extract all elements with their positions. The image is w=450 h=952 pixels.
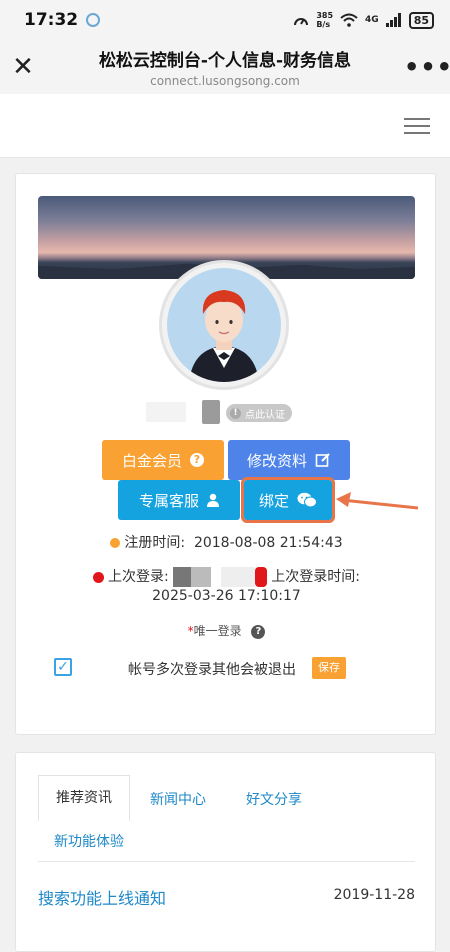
question-icon: ? bbox=[190, 453, 204, 467]
bind-wechat-label: 绑定 bbox=[258, 491, 289, 510]
notification-icon bbox=[86, 13, 101, 27]
save-button[interactable]: 保存 bbox=[312, 657, 346, 679]
wifi-icon bbox=[340, 13, 358, 27]
status-time: 17:32 bbox=[24, 10, 79, 30]
close-icon[interactable]: ✕ bbox=[0, 54, 46, 80]
unique-login-row: *唯一登录 ? bbox=[16, 622, 437, 639]
ip-redacted bbox=[221, 567, 256, 587]
dedicated-service-button[interactable]: 专属客服 bbox=[118, 480, 240, 520]
ip-redacted bbox=[255, 567, 268, 587]
news-item-date: 2019-11-28 bbox=[333, 887, 415, 903]
site-header bbox=[0, 94, 450, 158]
avatar-illustration bbox=[189, 290, 259, 382]
browser-toolbar: ✕ 松松云控制台-个人信息-财务信息 connect.lusongsong.co… bbox=[0, 40, 450, 94]
username-redacted bbox=[146, 402, 186, 422]
tab-article-share[interactable]: 好文分享 bbox=[246, 789, 302, 809]
status-bar: 17:32 385 B/s 4G 85 bbox=[0, 0, 450, 40]
verify-badge-label: 点此认证 bbox=[245, 409, 285, 421]
profile-card: ! 点此认证 白金会员 ? 修改资料 专属客服 绑定 注册时间: 2018-08… bbox=[15, 173, 436, 735]
single-login-label: 帐号多次登录其他会被退出 bbox=[128, 662, 296, 678]
verify-badge[interactable]: ! 点此认证 bbox=[226, 404, 292, 422]
news-item-title[interactable]: 搜索功能上线通知 bbox=[38, 885, 166, 909]
tab-divider bbox=[38, 861, 415, 862]
help-icon[interactable]: ? bbox=[251, 624, 266, 639]
speedometer-icon bbox=[294, 18, 309, 26]
single-login-option: ✓ 帐号多次登录其他会被退出 保存 bbox=[16, 656, 437, 680]
avatar[interactable] bbox=[159, 260, 289, 390]
pointer-arrow-icon bbox=[336, 492, 419, 510]
battery-indicator: 85 bbox=[408, 11, 434, 29]
tab-recommended[interactable]: 推荐资讯 bbox=[38, 775, 130, 821]
orange-dot-icon bbox=[110, 538, 121, 548]
unique-login-label: 唯一登录 bbox=[193, 624, 242, 638]
register-label: 注册时间: bbox=[124, 535, 186, 551]
hamburger-menu-icon[interactable] bbox=[404, 118, 430, 136]
last-login-row: 上次登录: 上次登录时间: bbox=[16, 566, 437, 587]
last-login-time: 2025-03-26 17:10:17 bbox=[152, 588, 301, 604]
last-login-time-label: 上次登录时间: bbox=[271, 569, 360, 585]
browser-titles: 松松云控制台-个人信息-财务信息 connect.lusongsong.com bbox=[46, 46, 404, 88]
exclamation-icon: ! bbox=[230, 407, 241, 419]
signal-icon bbox=[385, 13, 401, 27]
ip-redacted bbox=[191, 567, 212, 587]
wechat-icon bbox=[297, 492, 317, 508]
edit-icon bbox=[315, 453, 330, 467]
edit-profile-button[interactable]: 修改资料 bbox=[228, 440, 350, 480]
dedicated-service-label: 专属客服 bbox=[138, 491, 199, 510]
single-login-checkbox[interactable]: ✓ bbox=[54, 658, 72, 676]
ip-redacted bbox=[173, 567, 192, 587]
more-icon[interactable]: ••• bbox=[404, 53, 450, 81]
news-card: 推荐资讯 新闻中心 好文分享 新功能体验 搜索功能上线通知 2019-11-28 bbox=[15, 752, 436, 952]
net-speed-unit: B/s bbox=[316, 20, 331, 29]
avatar-image bbox=[167, 268, 281, 382]
page-title: 松松云控制台-个人信息-财务信息 bbox=[98, 51, 352, 71]
last-login-label: 上次登录: bbox=[108, 569, 169, 585]
net-speed-value: 385 bbox=[316, 11, 334, 20]
register-time-row: 注册时间: 2018-08-08 21:54:43 bbox=[16, 532, 437, 552]
bind-wechat-button[interactable]: 绑定 bbox=[241, 477, 335, 523]
platinum-member-label: 白金会员 bbox=[121, 451, 182, 470]
status-icons: 385 B/s 4G 85 bbox=[293, 11, 434, 29]
register-time: 2018-08-08 21:54:43 bbox=[193, 535, 343, 551]
edit-profile-label: 修改资料 bbox=[246, 451, 307, 470]
page-url: connect.lusongsong.com bbox=[150, 74, 300, 88]
last-login-time-row: 2025-03-26 17:10:17 bbox=[16, 588, 437, 604]
network-type: 4G bbox=[365, 15, 379, 25]
user-icon bbox=[207, 493, 219, 507]
username-row: ! 点此认证 bbox=[16, 400, 437, 424]
tab-news-center[interactable]: 新闻中心 bbox=[150, 789, 206, 809]
username-redacted-block bbox=[202, 400, 220, 424]
platinum-member-button[interactable]: 白金会员 ? bbox=[102, 440, 224, 480]
red-dot-icon bbox=[93, 571, 105, 583]
net-speed: 385 B/s bbox=[316, 11, 333, 29]
tab-new-features[interactable]: 新功能体验 bbox=[54, 831, 124, 851]
